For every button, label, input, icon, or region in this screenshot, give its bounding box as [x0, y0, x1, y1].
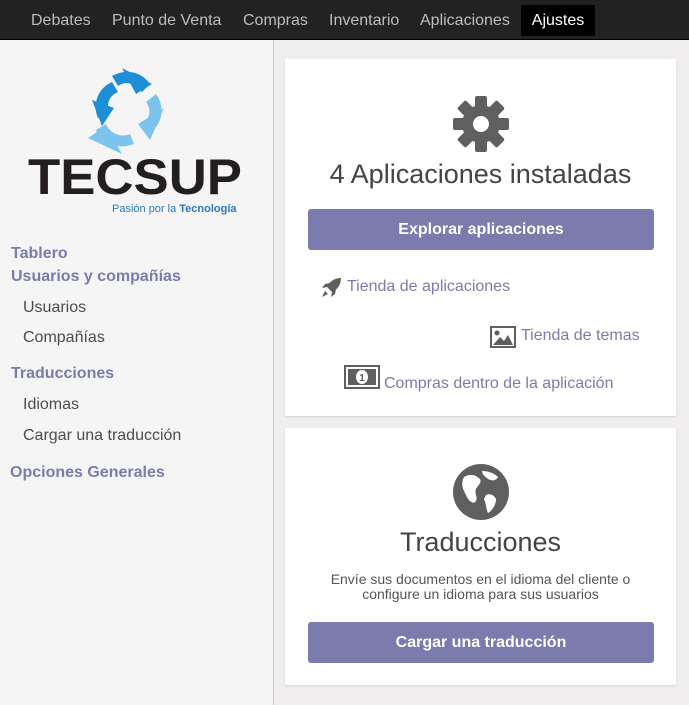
sidebar-item-companias[interactable]: Compañías — [23, 329, 105, 347]
nav-punto-de-venta[interactable]: Punto de Venta — [102, 5, 231, 36]
sidebar-item-usuarios[interactable]: Usuarios — [23, 299, 86, 317]
translations-card: Traducciones Envíe sus documentos en el … — [285, 428, 676, 685]
theme-store-link[interactable]: Tienda de temas — [521, 327, 640, 345]
translations-description-line2: configure un idioma para sus usuarios — [362, 586, 599, 602]
svg-text:1: 1 — [359, 373, 365, 384]
in-app-purchases-link[interactable]: Compras dentro de la aplicación — [384, 375, 613, 393]
globe-icon — [453, 464, 509, 520]
svg-text:TECSUP: TECSUP — [28, 149, 242, 205]
apps-installed-title: 4 Aplicaciones instaladas — [329, 159, 632, 189]
money-bill-icon: 1 — [344, 365, 380, 389]
rocket-icon — [322, 278, 341, 297]
apps-card: 4 Aplicaciones instaladas Explorar aplic… — [285, 59, 676, 416]
nav-inventario[interactable]: Inventario — [319, 5, 409, 36]
app-store-link[interactable]: Tienda de aplicaciones — [347, 278, 510, 296]
nav-debates[interactable]: Debates — [21, 5, 101, 36]
image-icon — [490, 326, 516, 348]
nav-aplicaciones[interactable]: Aplicaciones — [410, 5, 520, 36]
sidebar-section-traducciones[interactable]: Traducciones — [11, 365, 114, 383]
tecsup-logo-graphic: TECSUP Pasión por la Tecnología — [28, 68, 242, 215]
nav-ajustes[interactable]: Ajustes — [521, 5, 595, 36]
sidebar-section-opciones-generales[interactable]: Opciones Generales — [10, 464, 165, 482]
company-logo[interactable]: TECSUP Pasión por la Tecnología — [26, 64, 248, 216]
translations-title: Traducciones — [399, 527, 562, 557]
sidebar: TECSUP Pasión por la Tecnología Tablero … — [0, 40, 274, 705]
sidebar-item-cargar-traduccion[interactable]: Cargar una traducción — [23, 427, 181, 445]
gear-icon — [453, 96, 509, 152]
top-navbar: Debates Punto de Venta Compras Inventari… — [0, 0, 689, 40]
arrows-emblem-icon — [88, 68, 164, 154]
explore-apps-button[interactable]: Explorar aplicaciones — [308, 209, 654, 250]
load-translation-button[interactable]: Cargar una traducción — [308, 622, 654, 663]
sidebar-section-usuarios-companias[interactable]: Usuarios y compañías — [11, 268, 181, 286]
svg-text:Pasión por la Tecnología: Pasión por la Tecnología — [112, 203, 237, 215]
nav-compras[interactable]: Compras — [233, 5, 318, 36]
sidebar-item-tablero[interactable]: Tablero — [11, 245, 68, 263]
sidebar-item-idiomas[interactable]: Idiomas — [23, 396, 79, 414]
translations-description-line1: Envíe sus documentos en el idioma del cl… — [330, 571, 631, 587]
